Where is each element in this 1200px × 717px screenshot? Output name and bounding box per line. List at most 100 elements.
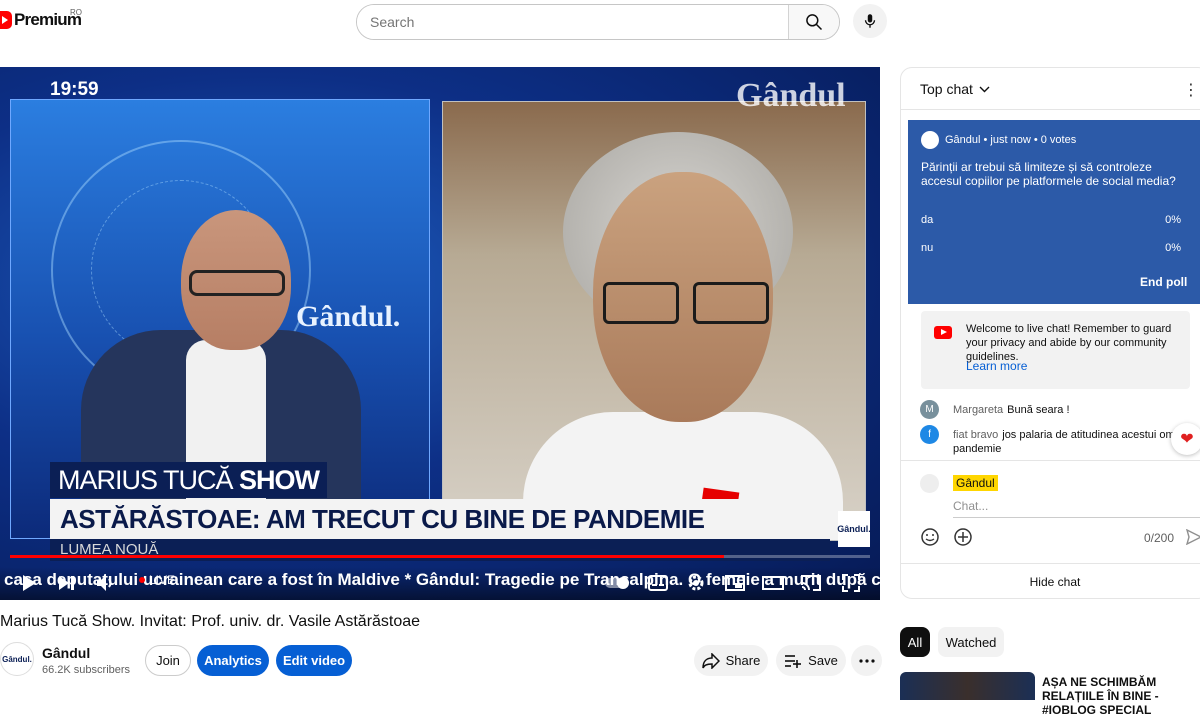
composer-username: Gândul — [953, 475, 998, 491]
settings-button[interactable] — [685, 571, 707, 595]
welcome-text: Welcome to live chat! Remember to guard … — [966, 323, 1172, 363]
search-button[interactable] — [788, 5, 839, 39]
poll-option-percent: 0% — [1165, 242, 1181, 254]
hide-chat-button[interactable]: Hide chat — [901, 563, 1200, 598]
corner-logo: Gândul. — [837, 511, 871, 547]
chat-mode-label: Top chat — [920, 81, 973, 97]
channel-name[interactable]: Gândul — [42, 645, 90, 661]
guest-video-panel — [442, 101, 866, 541]
live-chat-panel: Top chat ⋮ Gândul • just now • 0 votes P… — [900, 67, 1200, 599]
learn-more-link[interactable]: Learn more — [966, 359, 1027, 373]
voice-search-button[interactable] — [853, 4, 887, 38]
emoji-icon — [921, 528, 939, 546]
send-icon — [1185, 528, 1200, 546]
edit-video-button[interactable]: Edit video — [276, 645, 352, 676]
cast-icon — [801, 575, 821, 591]
chat-composer: Gândul 0/200 — [901, 460, 1200, 563]
filter-chip-all[interactable]: All — [900, 627, 930, 657]
search-icon — [806, 14, 823, 31]
progress-fill — [10, 555, 724, 558]
progress-bar[interactable] — [10, 555, 870, 558]
recommendation-thumbnail[interactable] — [900, 672, 1035, 700]
poll-question: Părinții ar trebui să limiteze și să con… — [921, 160, 1176, 188]
author-name[interactable]: fiat bravo — [953, 429, 998, 441]
save-label: Save — [808, 653, 838, 668]
channel-avatar[interactable]: Gândul. — [0, 642, 34, 676]
play-button[interactable] — [18, 571, 40, 595]
author-name[interactable]: Margareta — [953, 404, 1003, 416]
message-text: Bună seara ! — [1007, 404, 1070, 416]
show-name-tag: MARIUS TUCĂ SHOW — [50, 462, 328, 498]
channel-watermark: Gândul — [736, 77, 846, 114]
filter-chip-watched[interactable]: Watched — [938, 627, 1004, 657]
add-button[interactable] — [953, 527, 973, 547]
miniplayer-button[interactable] — [724, 571, 746, 595]
guest-figure — [523, 132, 843, 540]
poll-option-label: da — [921, 214, 934, 226]
gear-icon — [688, 575, 704, 591]
poll-option-label: nu — [921, 242, 934, 254]
join-button[interactable]: Join — [145, 645, 191, 676]
reaction-heart-button[interactable]: ❤ — [1171, 423, 1200, 455]
subscriber-count: 66.2K subscribers — [42, 664, 131, 676]
show-name-light: MARIUS TUCĂ — [58, 465, 240, 495]
youtube-premium-logo[interactable]: Premium RO — [0, 8, 82, 30]
analytics-button[interactable]: Analytics — [197, 645, 269, 676]
more-actions-button[interactable] — [851, 645, 882, 676]
char-counter: 0/200 — [1144, 531, 1175, 545]
heart-icon: ❤ — [1180, 431, 1194, 448]
theater-icon — [762, 576, 784, 590]
fullscreen-icon — [842, 574, 860, 592]
broadcast-clock: 19:59 — [50, 79, 99, 100]
send-button[interactable] — [1185, 528, 1200, 550]
poll-card: Gândul • just now • 0 votes Părinții ar … — [908, 120, 1200, 304]
volume-icon — [97, 575, 112, 591]
video-title: Marius Tucă Show. Invitat: Prof. univ. d… — [0, 613, 421, 630]
autoplay-icon — [605, 577, 629, 589]
poll-option[interactable]: nu 0% — [921, 242, 1181, 254]
end-poll-button[interactable]: End poll — [1140, 275, 1187, 289]
top-bar: Premium RO — [0, 0, 1200, 44]
chat-header: Top chat ⋮ — [901, 68, 1200, 110]
share-button[interactable]: Share — [694, 645, 768, 676]
show-name-bold: SHOW — [239, 465, 320, 495]
plus-circle-icon — [954, 528, 972, 546]
cast-button[interactable] — [800, 571, 822, 595]
author-avatar[interactable]: M — [920, 400, 939, 419]
save-button[interactable]: Save — [776, 645, 846, 676]
youtube-icon — [934, 326, 952, 339]
poll-option[interactable]: da 0% — [921, 214, 1181, 226]
theater-mode-button[interactable] — [762, 571, 784, 595]
chevron-down-icon — [979, 86, 990, 92]
poll-author-avatar — [921, 131, 939, 149]
subtitles-icon — [648, 575, 668, 591]
chat-mode-dropdown[interactable]: Top chat — [920, 81, 990, 97]
emoji-button[interactable] — [920, 527, 940, 547]
author-avatar[interactable]: f — [920, 425, 939, 444]
search-box — [356, 4, 840, 40]
poll-meta: Gândul • just now • 0 votes — [921, 131, 1076, 149]
share-label: Share — [725, 653, 761, 668]
share-icon — [701, 652, 720, 669]
recommendation-title[interactable]: AȘA NE SCHIMBĂM RELAȚIILE ÎN BINE - #IOB… — [1042, 675, 1200, 717]
live-badge[interactable]: LIVE — [139, 573, 175, 587]
poll-option-percent: 0% — [1165, 214, 1181, 226]
country-code: RO — [70, 8, 82, 17]
player-controls: LIVE — [0, 567, 880, 600]
welcome-notice: Welcome to live chat! Remember to guard … — [921, 311, 1190, 389]
microphone-icon — [864, 14, 876, 28]
save-playlist-icon — [785, 654, 802, 668]
fullscreen-button[interactable] — [840, 571, 862, 595]
youtube-logo-icon — [0, 11, 12, 29]
chat-more-icon[interactable]: ⋮ — [1183, 80, 1199, 100]
subtitles-button[interactable] — [647, 571, 669, 595]
next-button[interactable] — [56, 571, 78, 595]
composer-avatar — [920, 474, 939, 493]
miniplayer-icon — [725, 575, 745, 591]
video-player[interactable]: Gândul. Gândul 19:59 MARIUS TUCĂ SHOW AS… — [0, 67, 880, 600]
headline-banner: ASTĂRĂSTOAE: AM TRECUT CU BINE DE PANDEM… — [50, 499, 830, 539]
chat-input[interactable] — [953, 497, 1200, 518]
search-input[interactable] — [357, 5, 788, 39]
autoplay-toggle[interactable] — [604, 571, 630, 595]
volume-button[interactable] — [94, 571, 118, 595]
